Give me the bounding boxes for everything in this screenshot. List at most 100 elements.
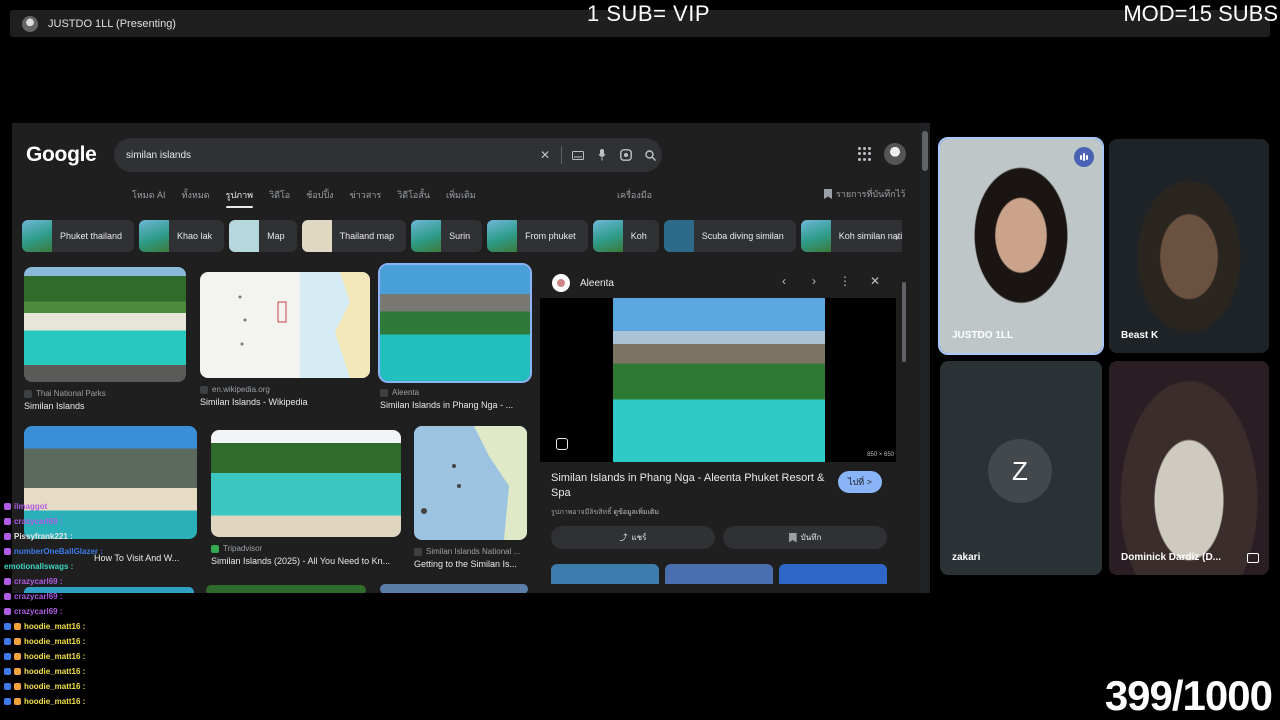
share-button[interactable]: ⤴ แชร์: [551, 526, 715, 549]
clear-icon[interactable]: ✕: [533, 143, 557, 167]
chip-label: Map: [267, 231, 285, 241]
chip[interactable]: Koh: [592, 220, 659, 252]
chip-label: Koh: [630, 231, 647, 241]
preview-scrollbar[interactable]: [900, 266, 908, 584]
chip-label: Scuba diving similan: [701, 231, 784, 241]
chat-message: hoodie_matt16 :: [4, 634, 114, 649]
result-image[interactable]: [414, 426, 527, 540]
lens-icon[interactable]: [556, 438, 568, 450]
chip-label: From phuket: [525, 231, 576, 241]
search-input[interactable]: similan islands: [126, 150, 533, 161]
result-title[interactable]: Similan Islands: [24, 401, 186, 411]
save-label: บันทึก: [800, 533, 822, 542]
result-image[interactable]: [378, 263, 532, 383]
search-divider: [561, 146, 562, 164]
google-logo[interactable]: Google: [26, 143, 97, 167]
chat-message: numberOneBallGlazer :: [4, 544, 114, 559]
tab-videos[interactable]: วิดีโอ: [261, 188, 298, 208]
preview-site[interactable]: Aleenta: [552, 274, 614, 292]
lens-icon[interactable]: [614, 143, 638, 167]
related-image[interactable]: [779, 564, 887, 584]
chip[interactable]: Map: [229, 220, 297, 252]
keyboard-icon[interactable]: [566, 143, 590, 167]
image-result[interactable]: Thai National Parks Similan Islands: [24, 267, 186, 411]
chat-message: hoodie_matt16 :: [4, 619, 114, 634]
site-logo: [552, 274, 570, 292]
copyright-notice: รูปภาพอาจมีลิขสิทธิ์ ดูข้อมูลเพิ่มเติม: [551, 509, 660, 516]
tab-images[interactable]: รูปภาพ: [218, 188, 261, 208]
participant-tile[interactable]: Beast K: [1109, 139, 1269, 353]
save-button[interactable]: บันทึก: [723, 526, 887, 549]
image-result-selected[interactable]: Aleenta Similan Islands in Phang Nga - .…: [378, 263, 532, 410]
participant-name: Dominick Dardiz (D...: [1121, 552, 1222, 563]
result-image[interactable]: [211, 430, 401, 537]
chat-message: hoodie_matt16 :: [4, 649, 114, 664]
chip[interactable]: From phuket: [487, 220, 588, 252]
image-result[interactable]: Similan Islands National ... Getting to …: [414, 426, 527, 569]
tab-more[interactable]: เพิ่มเติม: [438, 188, 484, 208]
learn-more-link[interactable]: ดูข้อมูลเพิ่มเติม: [613, 509, 659, 516]
shared-browser-window: Google similan islands ✕ โหมด AI ทั้งหมด…: [12, 123, 930, 593]
page-scrollbar[interactable]: [920, 123, 930, 593]
chevron-right-icon[interactable]: ›: [895, 230, 899, 244]
chip-label: Phuket thailand: [60, 231, 123, 241]
image-result[interactable]: Tripadvisor Similan Islands (2025) - All…: [211, 430, 401, 566]
subscriber-goal-counter: 399/1000: [1104, 672, 1273, 719]
search-icon[interactable]: [638, 143, 662, 167]
chip[interactable]: Scuba diving similan: [663, 220, 796, 252]
chat-message: hoodie_matt16 :: [4, 694, 114, 709]
chip-label: Surin: [449, 231, 471, 241]
preview-site-name: Aleenta: [580, 277, 614, 289]
chip-label: Koh similan nati: [838, 231, 902, 241]
result-image[interactable]: [24, 267, 186, 382]
chip[interactable]: Khao lak: [139, 220, 225, 252]
account-avatar[interactable]: [884, 143, 906, 165]
previous-icon[interactable]: ‹: [775, 274, 793, 288]
tools-menu[interactable]: เครื่องมือ: [617, 188, 652, 202]
tab-ai-mode[interactable]: โหมด AI: [124, 188, 174, 208]
chat-message: emotionallswags :: [4, 562, 74, 571]
close-icon[interactable]: ✕: [866, 274, 884, 288]
stream-overlay-sub-text: 1 SUB= VIP: [587, 1, 711, 26]
participant-name: JUSTDO 1LL: [952, 330, 1014, 341]
chip[interactable]: Thailand map: [301, 220, 407, 252]
tab-all[interactable]: ทั้งหมด: [174, 188, 218, 208]
result-source: Thai National Parks: [24, 389, 186, 398]
participant-tile[interactable]: Z zakari: [940, 361, 1102, 575]
screen-share-icon: [1247, 553, 1259, 563]
tab-short-videos[interactable]: วิดีโอสั้น: [389, 188, 438, 208]
microphone-icon[interactable]: [590, 143, 614, 167]
google-apps-icon[interactable]: [858, 147, 872, 161]
result-title[interactable]: Getting to the Similan Is...: [414, 559, 527, 569]
visit-button[interactable]: ไปที่ >: [838, 471, 882, 493]
image-result[interactable]: en.wikipedia.org Similan Islands - Wikip…: [200, 272, 370, 407]
stream-overlay-mod-text: MOD=15 SUBS: [1123, 1, 1278, 26]
search-box[interactable]: similan islands ✕: [114, 138, 662, 172]
chat-message: crazycarl69 :: [4, 589, 114, 604]
result-image[interactable]: [200, 272, 370, 378]
result-title[interactable]: Similan Islands in Phang Nga - ...: [380, 400, 530, 410]
more-options-icon[interactable]: ⋮: [836, 274, 854, 288]
bookmark-icon: [824, 189, 832, 199]
saved-items-link[interactable]: รายการที่บันทึกไว้: [824, 187, 905, 201]
participant-tile[interactable]: JUSTDO 1LL: [938, 137, 1104, 355]
tab-news[interactable]: ข่าวสาร: [342, 188, 390, 208]
result-image[interactable]: [380, 584, 528, 593]
stream-chat: ilmaggot crazycarl69 : Pissyfrank221 : n…: [4, 499, 114, 709]
tab-shopping[interactable]: ช้อปปิ้ง: [298, 188, 341, 208]
participant-tile[interactable]: Dominick Dardiz (D...: [1109, 361, 1269, 575]
result-image[interactable]: [206, 585, 366, 593]
chip[interactable]: Koh similan nati: [800, 220, 902, 252]
preview-image-frame[interactable]: 850 × 650: [540, 298, 896, 462]
preview-title[interactable]: Similan Islands in Phang Nga - Aleenta P…: [551, 471, 831, 501]
related-image[interactable]: [665, 564, 773, 584]
saved-items-label: รายการที่บันทึกไว้: [836, 189, 906, 199]
result-title[interactable]: Similan Islands (2025) - All You Need to…: [211, 556, 401, 566]
result-title[interactable]: Similan Islands - Wikipedia: [200, 397, 370, 407]
chip[interactable]: Phuket thailand: [22, 220, 135, 252]
chip[interactable]: Surin: [411, 220, 483, 252]
presenting-label: JUSTDO 1LL (Presenting): [48, 17, 176, 30]
next-icon[interactable]: ›: [805, 274, 823, 288]
related-image[interactable]: [551, 564, 659, 584]
preview-photo[interactable]: [613, 298, 825, 462]
